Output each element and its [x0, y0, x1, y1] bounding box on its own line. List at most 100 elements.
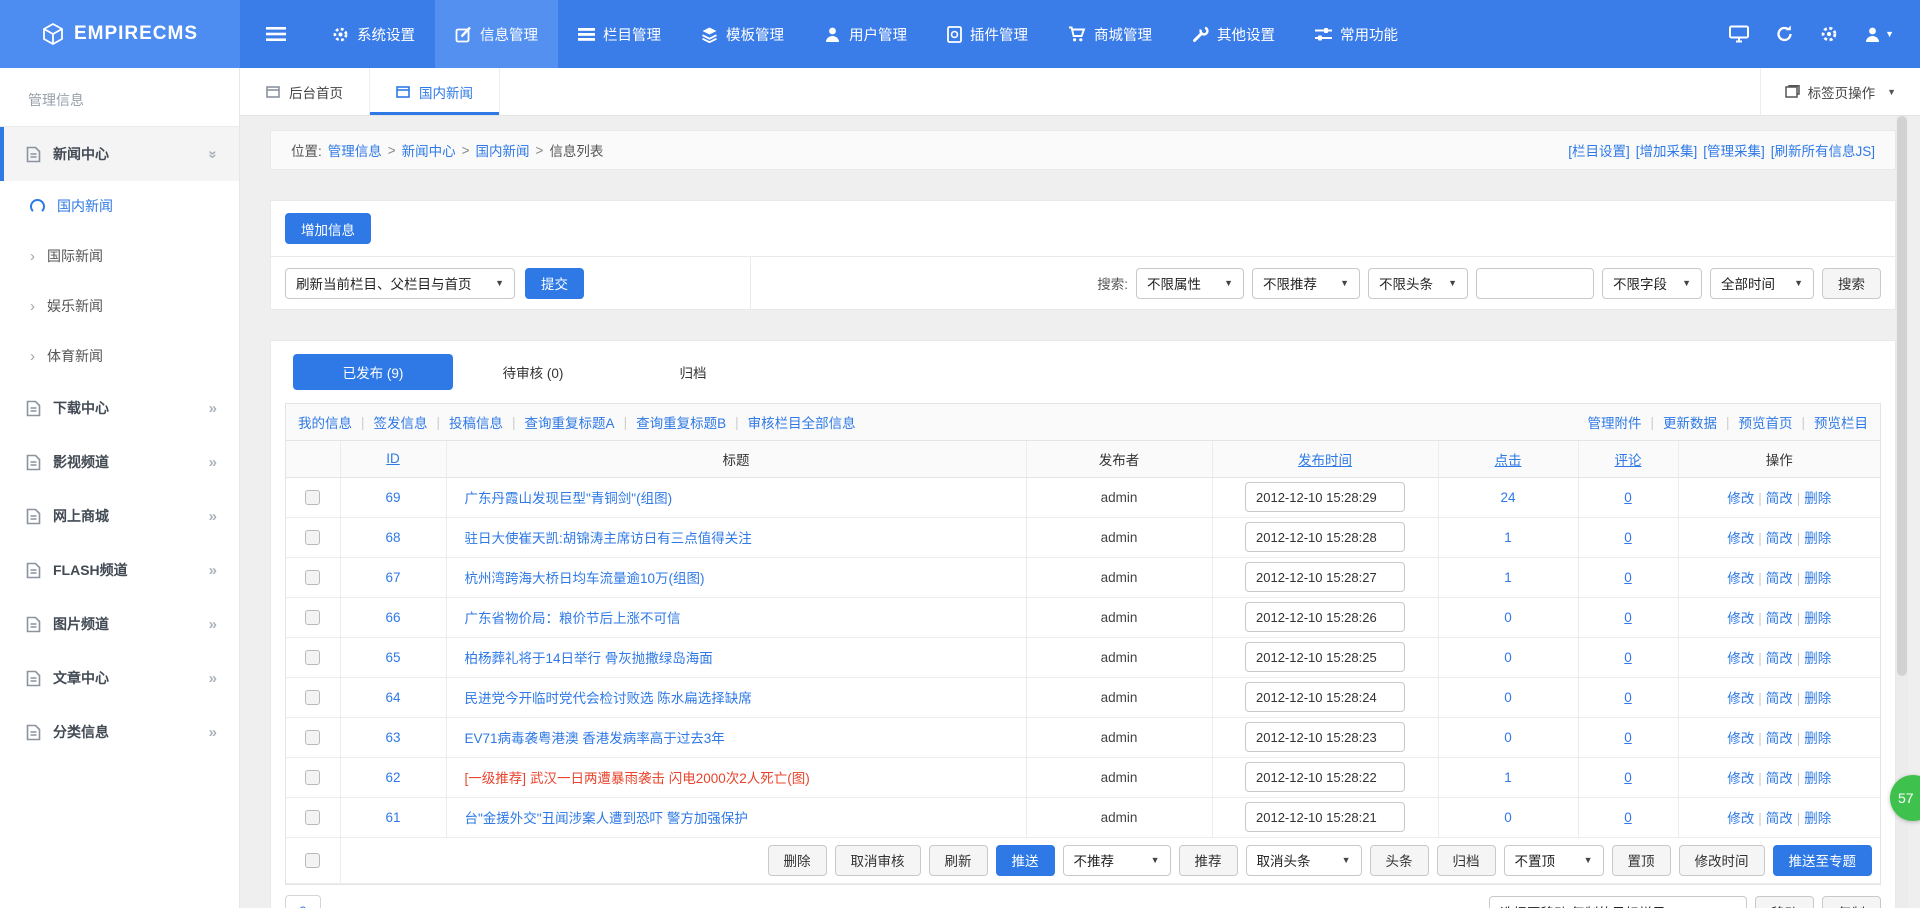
delete-link[interactable]: 删除 [1804, 691, 1831, 706]
my-info-link[interactable]: 我的信息 [298, 412, 352, 432]
comments-sort-link[interactable]: 评论 [1615, 453, 1642, 468]
submit-button[interactable]: 提交 [525, 268, 584, 299]
sidebar-item-article-center[interactable]: 文章中心 » [0, 651, 239, 705]
row-checkbox[interactable] [305, 690, 320, 705]
signed-info-link[interactable]: 签发信息 [374, 412, 428, 432]
row-checkbox[interactable] [305, 530, 320, 545]
field-filter-select[interactable]: 不限字段 [1602, 268, 1702, 299]
sidebar-item-flash-channel[interactable]: FLASH频道 » [0, 543, 239, 597]
tab-published[interactable]: 已发布 (9) [293, 354, 453, 390]
refresh-all-js-link[interactable]: [刷新所有信息JS] [1771, 140, 1875, 160]
quick-edit-link[interactable]: 简改 [1766, 651, 1793, 666]
manage-attachments-link[interactable]: 管理附件 [1587, 412, 1641, 432]
nav-info-management[interactable]: 信息管理 [435, 0, 558, 68]
gear-icon[interactable] [1820, 25, 1838, 43]
edit-link[interactable]: 修改 [1727, 731, 1754, 746]
row-clicks[interactable]: 1 [1504, 530, 1512, 545]
hamburger-icon[interactable] [240, 0, 312, 68]
delete-link[interactable]: 删除 [1804, 571, 1831, 586]
row-clicks[interactable]: 1 [1504, 770, 1512, 785]
delete-link[interactable]: 删除 [1804, 491, 1831, 506]
row-id-link[interactable]: 66 [385, 610, 400, 625]
target-column-select[interactable]: 选择要移动/复制的目标栏目 [1489, 896, 1747, 908]
pubtime-input[interactable] [1245, 762, 1405, 792]
row-id-link[interactable]: 68 [385, 530, 400, 545]
row-title-link[interactable]: 杭州湾跨海大桥日均车流量逾10万(组图) [465, 571, 705, 586]
sidebar-subitem-sports-news[interactable]: › 体育新闻 [0, 331, 239, 381]
delete-link[interactable]: 删除 [1804, 611, 1831, 626]
quick-edit-link[interactable]: 简改 [1766, 531, 1793, 546]
page-number[interactable]: 9 [285, 895, 321, 908]
add-info-button[interactable]: 增加信息 [285, 213, 371, 244]
pubtime-input[interactable] [1245, 802, 1405, 832]
row-title-link[interactable]: 柏杨葬礼将于14日举行 骨灰抛撒绿岛海面 [465, 651, 713, 666]
time-filter-select[interactable]: 全部时间 [1710, 268, 1814, 299]
row-clicks[interactable]: 1 [1504, 570, 1512, 585]
edit-link[interactable]: 修改 [1727, 531, 1754, 546]
quick-edit-link[interactable]: 简改 [1766, 771, 1793, 786]
cancel-headline-select[interactable]: 取消头条 [1246, 845, 1362, 876]
pubtime-input[interactable] [1245, 682, 1405, 712]
nav-other-settings[interactable]: 其他设置 [1172, 0, 1295, 68]
archive-button[interactable]: 归档 [1437, 845, 1496, 876]
edit-link[interactable]: 修改 [1727, 771, 1754, 786]
nav-system-settings[interactable]: 系统设置 [312, 0, 435, 68]
breadcrumb-link[interactable]: 国内新闻 [476, 140, 530, 160]
sidebar-subitem-international-news[interactable]: › 国际新闻 [0, 231, 239, 281]
row-comments-link[interactable]: 0 [1624, 810, 1632, 825]
row-checkbox[interactable] [305, 730, 320, 745]
row-id-link[interactable]: 63 [385, 730, 400, 745]
dup-title-b-link[interactable]: 查询重复标题B [636, 412, 726, 432]
row-clicks[interactable]: 0 [1504, 650, 1512, 665]
row-comments-link[interactable]: 0 [1624, 730, 1632, 745]
delete-link[interactable]: 删除 [1804, 811, 1831, 826]
row-checkbox[interactable] [305, 490, 320, 505]
sidebar-item-news-center[interactable]: 新闻中心 » [0, 127, 239, 181]
update-data-link[interactable]: 更新数据 [1663, 412, 1717, 432]
row-id-link[interactable]: 69 [385, 490, 400, 505]
dup-title-a-link[interactable]: 查询重复标题A [525, 412, 615, 432]
refresh-icon[interactable] [1775, 25, 1794, 43]
recommend-filter-select[interactable]: 不限推荐 [1252, 268, 1360, 299]
delete-link[interactable]: 删除 [1804, 531, 1831, 546]
preview-column-link[interactable]: 预览栏目 [1814, 412, 1868, 432]
time-sort-link[interactable]: 发布时间 [1298, 453, 1352, 468]
row-comments-link[interactable]: 0 [1624, 610, 1632, 625]
id-sort-link[interactable]: ID [386, 451, 400, 466]
row-title-link[interactable]: 驻日大使崔天凯:胡锦涛主席访日有三点值得关注 [465, 531, 752, 546]
headline-filter-select[interactable]: 不限头条 [1368, 268, 1468, 299]
row-id-link[interactable]: 65 [385, 650, 400, 665]
delete-link[interactable]: 删除 [1804, 651, 1831, 666]
pubtime-input[interactable] [1245, 482, 1405, 512]
edit-link[interactable]: 修改 [1727, 491, 1754, 506]
nav-plugin-management[interactable]: 插件管理 [927, 0, 1048, 68]
nav-column-management[interactable]: 栏目管理 [558, 0, 681, 68]
row-title-link[interactable]: 台"金援外交"丑闻涉案人遭到恐吓 警方加强保护 [465, 811, 748, 826]
sidebar-item-online-mall[interactable]: 网上商城 » [0, 489, 239, 543]
edit-link[interactable]: 修改 [1727, 651, 1754, 666]
row-checkbox[interactable] [305, 770, 320, 785]
add-collect-link[interactable]: [增加采集] [1636, 140, 1698, 160]
untop-select[interactable]: 不置顶 [1504, 845, 1604, 876]
push-button[interactable]: 推送 [996, 845, 1055, 876]
row-id-link[interactable]: 62 [385, 770, 400, 785]
pubtime-input[interactable] [1245, 642, 1405, 672]
breadcrumb-link[interactable]: 管理信息 [328, 140, 382, 160]
edit-link[interactable]: 修改 [1727, 571, 1754, 586]
sidebar-item-video-channel[interactable]: 影视频道 » [0, 435, 239, 489]
change-time-button[interactable]: 修改时间 [1679, 845, 1765, 876]
sidebar-item-classified-info[interactable]: 分类信息 » [0, 705, 239, 759]
row-id-link[interactable]: 64 [385, 690, 400, 705]
contribute-info-link[interactable]: 投稿信息 [449, 412, 503, 432]
pubtime-input[interactable] [1245, 602, 1405, 632]
move-button[interactable]: 移动 [1755, 896, 1814, 908]
tab-operations-menu[interactable]: 标签页操作 ▼ [1760, 68, 1920, 115]
top-button[interactable]: 置顶 [1612, 845, 1671, 876]
sidebar-item-image-channel[interactable]: 图片频道 » [0, 597, 239, 651]
audit-all-link[interactable]: 审核栏目全部信息 [748, 412, 856, 432]
row-title-link[interactable]: 广东省物价局：粮价节后上涨不可信 [465, 611, 681, 626]
row-checkbox[interactable] [305, 650, 320, 665]
scrollbar-thumb[interactable] [1897, 116, 1907, 676]
nav-common-functions[interactable]: 常用功能 [1295, 0, 1418, 68]
row-title-link[interactable]: 广东丹霞山发现巨型"青铜剑"(组图) [465, 491, 673, 506]
